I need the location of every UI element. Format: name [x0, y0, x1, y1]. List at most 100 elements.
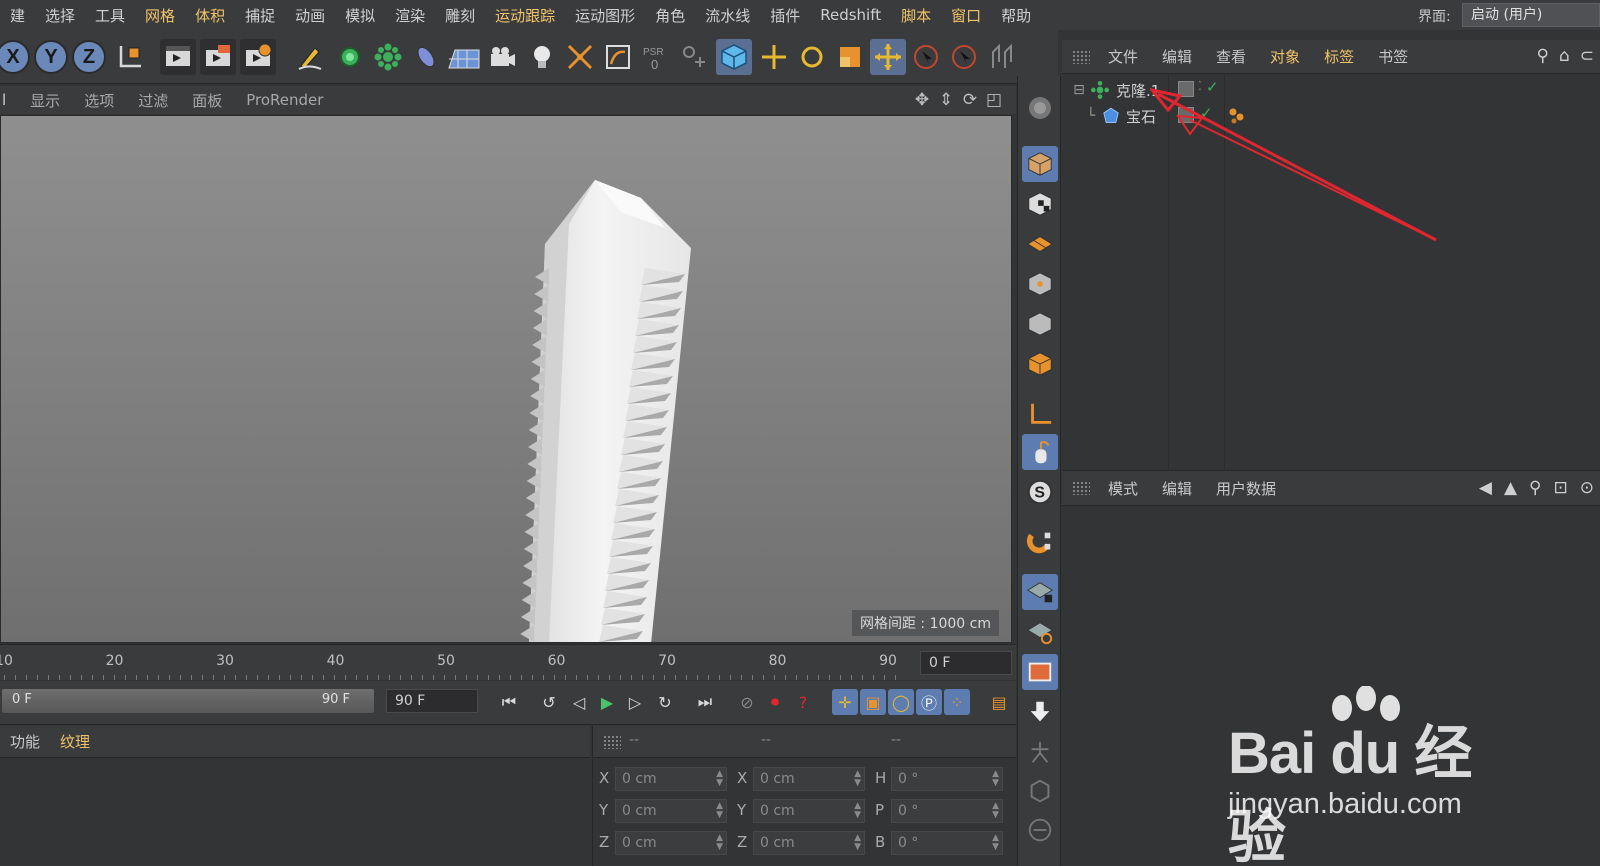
position-z-field[interactable]: 0 cm ▲ ▼ [615, 831, 727, 855]
make-editable-button[interactable] [1022, 90, 1058, 126]
character-button[interactable] [1022, 734, 1058, 770]
render-view-button[interactable] [160, 39, 196, 75]
object-row-gem[interactable]: └ 宝石 ✓ [1080, 103, 1244, 129]
menu-volume[interactable]: 体积 [185, 5, 235, 26]
spin-arrows-icon[interactable]: ▲ ▼ [992, 834, 999, 852]
object-row-cloner[interactable]: ⊟ 克隆.1 ⁚ ✓ [1068, 77, 1218, 103]
tweak-mode-button[interactable] [1022, 434, 1058, 470]
menu-mograph[interactable]: 运动图形 [565, 5, 645, 26]
mat-menu-texture[interactable]: 纹理 [50, 731, 100, 752]
camera-button[interactable] [484, 39, 520, 75]
panel-grip-icon[interactable] [1072, 49, 1090, 64]
object-mode-button[interactable] [1022, 146, 1058, 182]
menu-script[interactable]: 脚本 [891, 5, 941, 26]
size-y-field[interactable]: 0 cm ▲ ▼ [753, 799, 865, 823]
enabled-check-icon[interactable]: ✓ [1206, 78, 1219, 96]
dolly-icon[interactable]: ⇕ [936, 89, 956, 111]
go-to-end-button[interactable]: ⏭ [692, 689, 718, 715]
spin-arrows-icon[interactable]: ▲ ▼ [716, 834, 723, 852]
paint-button[interactable] [1022, 774, 1058, 810]
points-mode-button[interactable] [1022, 266, 1058, 302]
mat-menu-function[interactable]: 功能 [0, 731, 50, 752]
orbit-icon[interactable]: ⟳ [960, 89, 980, 111]
key-scale-button[interactable]: ▣ [860, 689, 886, 715]
select-rect-button[interactable] [946, 39, 982, 75]
sculpt-button[interactable] [1022, 812, 1058, 848]
menu-plugins[interactable]: 插件 [760, 5, 810, 26]
spin-arrows-icon[interactable]: ▲ ▼ [716, 770, 723, 788]
spin-arrows-icon[interactable]: ▲ ▼ [992, 802, 999, 820]
spin-arrows-icon[interactable]: ▲ ▼ [854, 802, 861, 820]
solo-button[interactable]: S [1022, 474, 1058, 510]
panel-grip-icon[interactable] [603, 735, 621, 749]
timeline-menu-button[interactable]: ▤ [986, 689, 1012, 715]
previous-frame-button[interactable]: ◁ [566, 689, 592, 715]
viewport-menu-panel[interactable]: 面板 [180, 90, 234, 111]
menu-mesh[interactable]: 网格 [135, 5, 185, 26]
menu-sculpt[interactable]: 雕刻 [435, 5, 485, 26]
download-button[interactable] [1022, 694, 1058, 730]
next-frame-button[interactable]: ▷ [622, 689, 648, 715]
3d-viewport[interactable]: 网格间距 : 1000 cm [0, 115, 1012, 643]
menu-snap[interactable]: 捕捉 [235, 5, 285, 26]
cube-primitive-button[interactable] [332, 39, 368, 75]
cloner-button[interactable] [370, 39, 406, 75]
rotation-p-field[interactable]: 0 ° ▲ ▼ [891, 799, 1003, 823]
model-mode-button[interactable] [716, 39, 752, 75]
pen-tool-button[interactable] [292, 39, 328, 75]
om-menu-file[interactable]: 文件 [1096, 46, 1150, 67]
layer-icon[interactable] [1178, 81, 1194, 97]
polygons-mode-button[interactable] [1022, 346, 1058, 382]
spline-button[interactable] [600, 39, 636, 75]
position-y-field[interactable]: 0 cm ▲ ▼ [615, 799, 727, 823]
frame-range-slider[interactable]: 0 F 90 F [2, 689, 374, 713]
rotation-h-field[interactable]: 0 ° ▲ ▼ [891, 767, 1003, 791]
render-settings-button[interactable] [240, 39, 276, 75]
rotation-b-field[interactable]: 0 ° ▲ ▼ [891, 831, 1003, 855]
render-picture-viewer-button[interactable] [200, 39, 236, 75]
back-arrow-icon[interactable]: ◀ [1479, 478, 1492, 498]
menu-character[interactable]: 角色 [645, 5, 695, 26]
axis-z-lock-button[interactable]: Z [72, 40, 106, 74]
go-to-start-button[interactable]: ⏮ [496, 689, 522, 715]
edges-mode-button[interactable] [1022, 306, 1058, 342]
om-menu-bookmarks[interactable]: 书签 [1366, 46, 1420, 67]
object-name[interactable]: 克隆.1 [1116, 80, 1160, 101]
psr-button[interactable]: PSR 0 [638, 39, 674, 75]
up-arrow-icon[interactable]: ▲ [1504, 478, 1517, 498]
object-manager-list[interactable]: ⊟ 克隆.1 ⁚ ✓ └ 宝石 ✓ [1062, 75, 1600, 469]
select-button[interactable] [908, 39, 944, 75]
spin-arrows-icon[interactable]: ▲ ▼ [854, 770, 861, 788]
menu-pipeline[interactable]: 流水线 [695, 5, 760, 26]
floor-button[interactable] [446, 39, 482, 75]
am-menu-edit[interactable]: 编辑 [1150, 478, 1204, 499]
coordinate-system-button[interactable] [112, 39, 148, 75]
workplane-align-button[interactable] [1022, 614, 1058, 650]
tree-expander-icon[interactable]: ⊟ [1068, 82, 1090, 98]
size-z-field[interactable]: 0 cm ▲ ▼ [753, 831, 865, 855]
viewport-menu-filter[interactable]: 过滤 [126, 90, 180, 111]
spin-arrows-icon[interactable]: ▲ ▼ [716, 802, 723, 820]
render-region-button[interactable] [1022, 654, 1058, 690]
snap-button[interactable] [1022, 524, 1058, 560]
layout-select[interactable]: 启动 (用户) [1462, 3, 1600, 27]
workplane-lock-button[interactable] [1022, 574, 1058, 610]
key-position-button[interactable]: ✛ [832, 689, 858, 715]
viewport-menu-display[interactable]: 显示 [18, 90, 72, 111]
om-menu-tags[interactable]: 标签 [1312, 46, 1366, 67]
spin-arrows-icon[interactable]: ▲ ▼ [992, 770, 999, 788]
layer-icon[interactable] [1178, 107, 1194, 123]
lock-icon[interactable]: ⊡ [1554, 478, 1568, 498]
enabled-check-icon[interactable]: ✓ [1200, 104, 1213, 122]
new-window-icon[interactable]: ⊙ [1580, 478, 1594, 498]
axis-x-lock-button[interactable]: X [0, 40, 30, 74]
phong-tag-icon[interactable] [1226, 105, 1248, 127]
menu-redshift[interactable]: Redshift [810, 6, 891, 24]
pan-icon[interactable]: ✥ [912, 89, 932, 111]
current-frame-field[interactable]: 0 F [920, 651, 1012, 675]
panel-grip-icon[interactable] [1072, 481, 1090, 495]
menu-tools[interactable]: 工具 [85, 5, 135, 26]
rotate-tool-button[interactable] [794, 39, 830, 75]
live-selection-button[interactable] [870, 39, 906, 75]
spin-arrows-icon[interactable]: ▲ ▼ [854, 834, 861, 852]
